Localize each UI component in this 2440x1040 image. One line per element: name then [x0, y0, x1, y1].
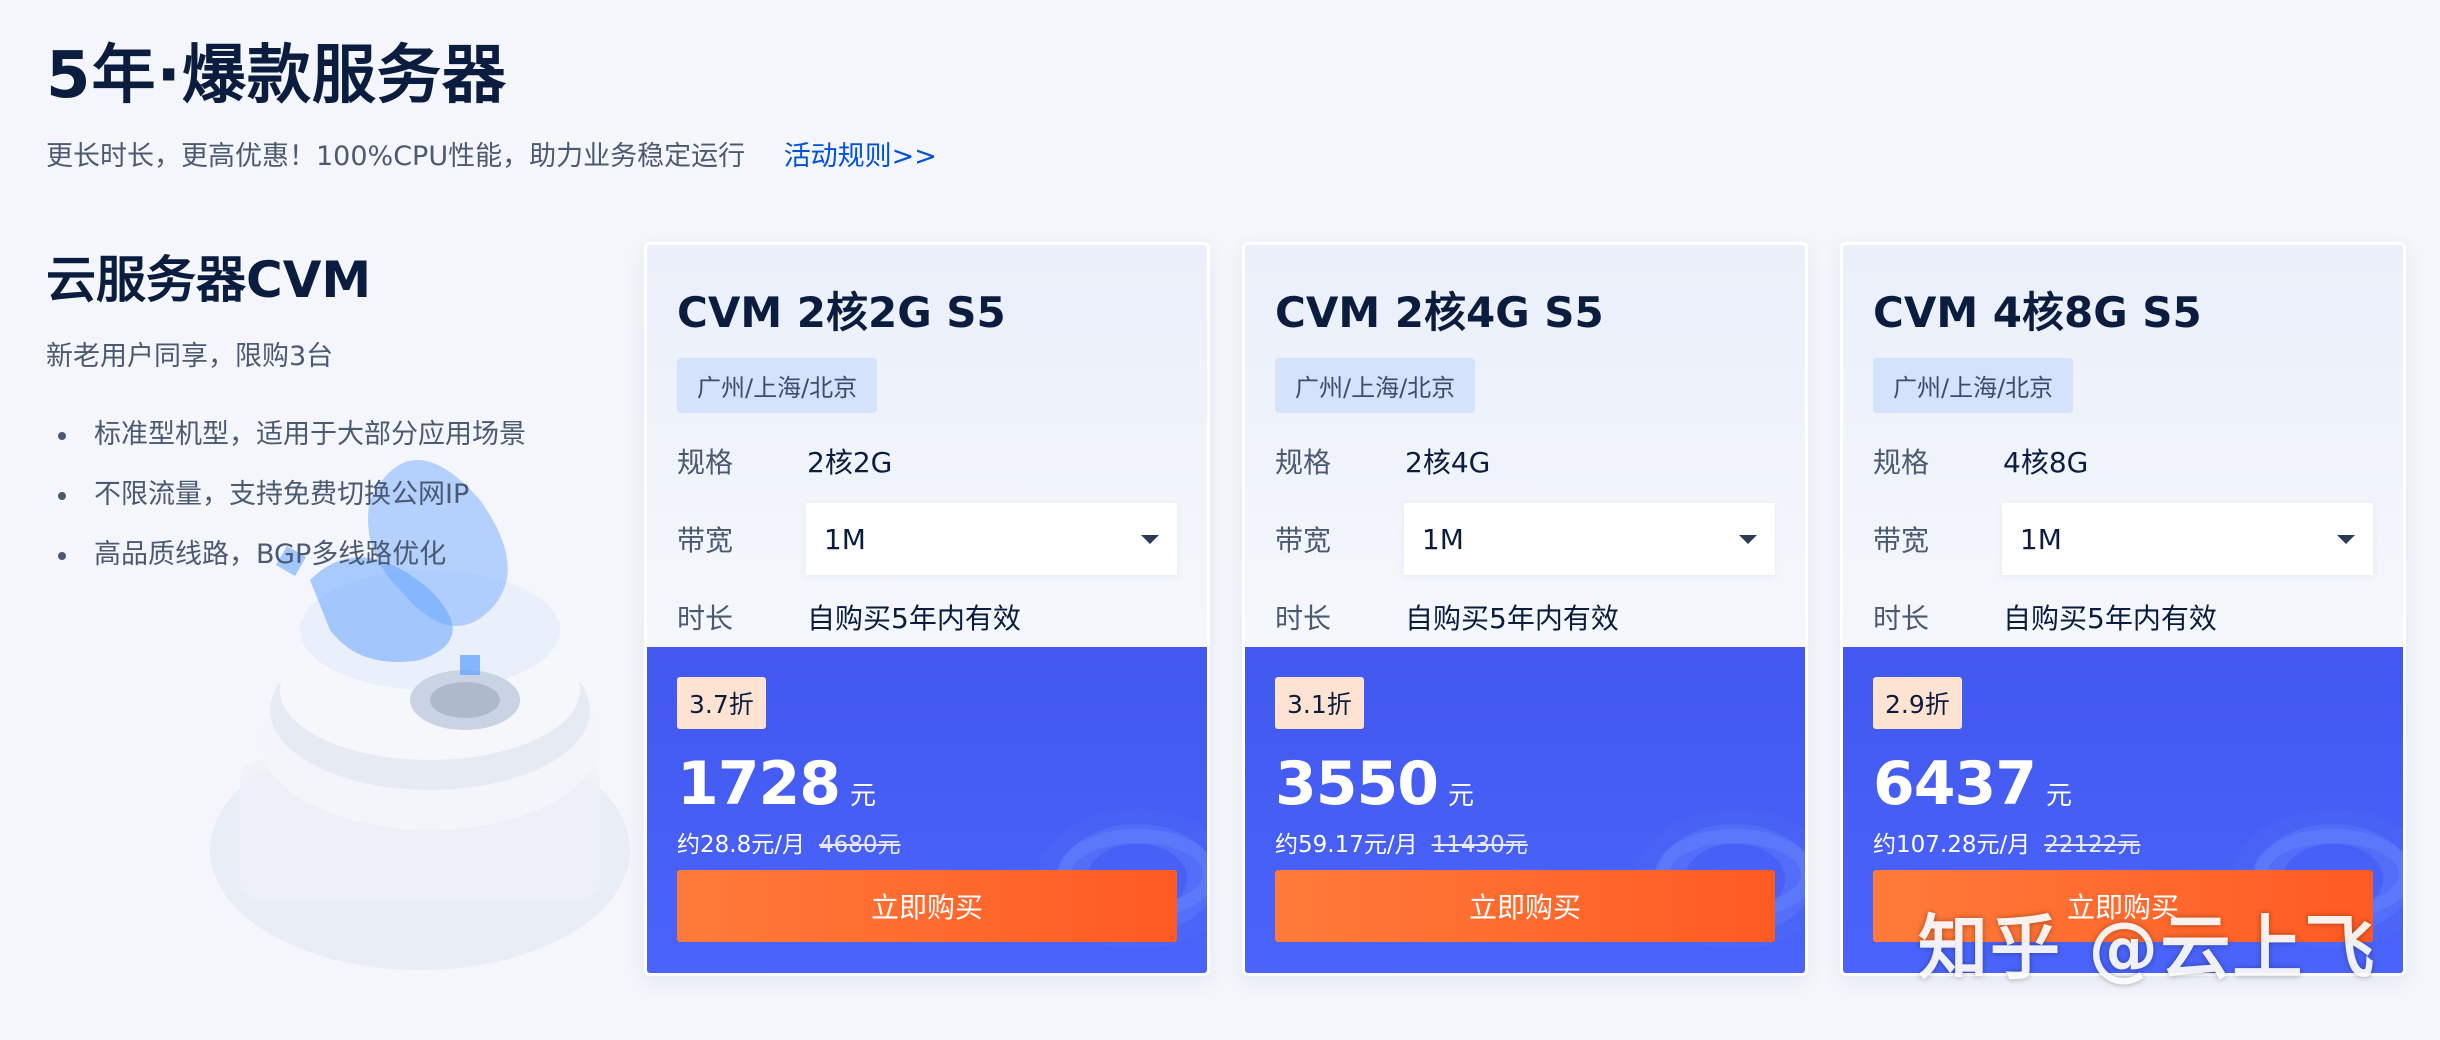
rules-link[interactable]: 活动规则>> [784, 141, 937, 172]
product-card: CVM 4核8G S5 广州/上海/北京 规格 4核8G 带宽 1M 时长 自购… [1840, 242, 2406, 976]
spec-value: 4核8G [2003, 446, 2089, 479]
chevron-down-icon [1739, 534, 1757, 544]
price-panel: 3.7折 1728 元 约28.8元/月 4680元 立即购买 [647, 647, 1207, 973]
discount-badge: 2.9折 [1873, 677, 1962, 729]
bandwidth-label: 带宽 [1275, 524, 1332, 557]
feature-item: 标准型机型，适用于大部分应用场景 [46, 405, 626, 465]
duration-row: 时长 自购买5年内有效 [1275, 597, 1775, 637]
currency-unit: 元 [1448, 781, 1475, 811]
feature-item: 不限流量，支持免费切换公网IP [46, 465, 626, 525]
spec-row: 规格 2核4G [1275, 441, 1775, 481]
region-tag: 广州/上海/北京 [677, 358, 878, 413]
discount-badge: 3.7折 [677, 677, 766, 729]
duration-value: 自购买5年内有效 [2003, 602, 2217, 635]
original-price: 11430元 [1431, 832, 1528, 858]
duration-value: 自购买5年内有效 [1405, 602, 1619, 635]
product-card: CVM 2核2G S5 广州/上海/北京 规格 2核2G 带宽 1M 时长 自购… [644, 242, 1210, 976]
duration-row: 时长 自购买5年内有效 [1873, 597, 2373, 637]
page-subtitle: 更长时长，更高优惠！100%CPU性能，助力业务稳定运行 活动规则>> [46, 134, 937, 173]
spec-label: 规格 [1275, 446, 1332, 479]
monthly-price: 约59.17元/月 [1275, 832, 1418, 858]
cvm-title: 云服务器CVM [46, 251, 372, 309]
subtitle-text: 更长时长，更高优惠！100%CPU性能，助力业务稳定运行 [46, 141, 746, 172]
product-name: CVM 2核4G S5 [1275, 288, 1604, 337]
bandwidth-value: 1M [1421, 522, 1464, 556]
region-tag: 广州/上海/北京 [1873, 358, 2074, 413]
chevron-down-icon [2337, 534, 2355, 544]
cvm-desc: 新老用户同享，限购3台 [46, 341, 334, 372]
bandwidth-row: 带宽 1M [1275, 503, 1775, 575]
price: 1728 [677, 749, 841, 819]
spec-label: 规格 [1873, 446, 1930, 479]
duration-label: 时长 [1873, 602, 1930, 635]
region-tag: 广州/上海/北京 [1275, 358, 1476, 413]
original-price: 22122元 [2044, 832, 2141, 858]
bandwidth-select[interactable]: 1M [1403, 503, 1775, 575]
cvm-intro: 云服务器CVM 新老用户同享，限购3台 标准型机型，适用于大部分应用场景 不限流… [46, 240, 626, 585]
watermark: 知乎 @云上飞 [1918, 907, 2377, 989]
original-price: 4680元 [818, 832, 901, 858]
product-card: CVM 2核4G S5 广州/上海/北京 规格 2核4G 带宽 1M 时长 自购… [1242, 242, 1808, 976]
currency-unit: 元 [850, 781, 877, 811]
chevron-down-icon [1141, 534, 1159, 544]
spec-row: 规格 4核8G [1873, 441, 2373, 481]
bandwidth-value: 1M [2019, 522, 2062, 556]
monthly-price: 约107.28元/月 [1873, 832, 2031, 858]
bandwidth-label: 带宽 [677, 524, 734, 557]
bandwidth-select[interactable]: 1M [2001, 503, 2373, 575]
product-name: CVM 4核8G S5 [1873, 288, 2202, 337]
monthly-price: 约28.8元/月 [677, 832, 805, 858]
price: 3550 [1275, 749, 1439, 819]
price-panel: 3.1折 3550 元 约59.17元/月 11430元 立即购买 [1245, 647, 1805, 973]
buy-button[interactable]: 立即购买 [1275, 870, 1775, 942]
price: 6437 [1873, 749, 2037, 819]
spec-value: 2核2G [807, 446, 893, 479]
price-line: 1728 元 [677, 749, 1177, 819]
page-title: 5年·爆款服务器 [46, 39, 507, 113]
buy-button[interactable]: 立即购买 [677, 870, 1177, 942]
discount-badge: 3.1折 [1275, 677, 1364, 729]
spec-label: 规格 [677, 446, 734, 479]
duration-row: 时长 自购买5年内有效 [677, 597, 1177, 637]
price-line: 6437 元 [1873, 749, 2373, 819]
feature-list: 标准型机型，适用于大部分应用场景 不限流量，支持免费切换公网IP 高品质线路，B… [46, 405, 626, 585]
product-name: CVM 2核2G S5 [677, 288, 1006, 337]
bandwidth-label: 带宽 [1873, 524, 1930, 557]
duration-label: 时长 [677, 602, 734, 635]
duration-label: 时长 [1275, 602, 1332, 635]
duration-value: 自购买5年内有效 [807, 602, 1021, 635]
price-line: 3550 元 [1275, 749, 1775, 819]
feature-item: 高品质线路，BGP多线路优化 [46, 525, 626, 585]
bandwidth-select[interactable]: 1M [805, 503, 1177, 575]
bandwidth-value: 1M [823, 522, 866, 556]
currency-unit: 元 [2046, 781, 2073, 811]
spec-value: 2核4G [1405, 446, 1491, 479]
spec-row: 规格 2核2G [677, 441, 1177, 481]
bandwidth-row: 带宽 1M [1873, 503, 2373, 575]
bandwidth-row: 带宽 1M [677, 503, 1177, 575]
